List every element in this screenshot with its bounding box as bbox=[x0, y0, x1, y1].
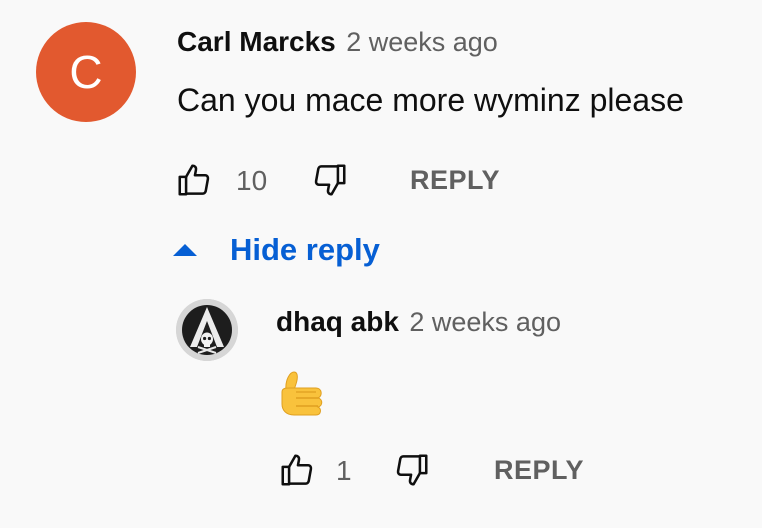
avatar[interactable]: C bbox=[36, 22, 136, 122]
thumbs-down-icon bbox=[396, 454, 428, 486]
reply-text bbox=[276, 368, 342, 418]
reply-like-count: 1 bbox=[336, 455, 352, 486]
thumbs-down-icon bbox=[314, 164, 346, 196]
reply-timestamp[interactable]: 2 weeks ago bbox=[409, 307, 561, 337]
thumbs-up-icon bbox=[281, 454, 313, 486]
reply-like-button[interactable] bbox=[277, 450, 317, 490]
reply-author[interactable]: dhaq abk bbox=[276, 306, 399, 337]
hide-replies-label: Hide reply bbox=[230, 232, 380, 267]
reply-button[interactable]: REPLY bbox=[410, 165, 500, 196]
like-button[interactable] bbox=[174, 160, 214, 200]
comment-header: Carl Marcks 2 weeks ago bbox=[177, 26, 498, 58]
assassin-skull-emblem-icon bbox=[176, 299, 238, 361]
thumbs-up-emoji bbox=[281, 371, 323, 416]
comment-text: Can you mace more wyminz please bbox=[177, 82, 684, 118]
triangle-up-icon bbox=[173, 244, 197, 256]
reply-avatar[interactable] bbox=[176, 299, 238, 361]
reply-reply-button[interactable]: REPLY bbox=[494, 455, 584, 486]
reply-dislike-button[interactable] bbox=[392, 450, 432, 490]
reply-header: dhaq abk 2 weeks ago bbox=[276, 306, 561, 338]
comment-author[interactable]: Carl Marcks bbox=[177, 26, 336, 57]
comment-timestamp[interactable]: 2 weeks ago bbox=[346, 27, 498, 57]
hide-replies-toggle[interactable]: Hide reply bbox=[172, 232, 380, 268]
like-count: 10 bbox=[236, 165, 268, 196]
thumbs-up-icon bbox=[178, 164, 210, 196]
dislike-button[interactable] bbox=[310, 160, 350, 200]
avatar-letter: C bbox=[69, 46, 103, 98]
